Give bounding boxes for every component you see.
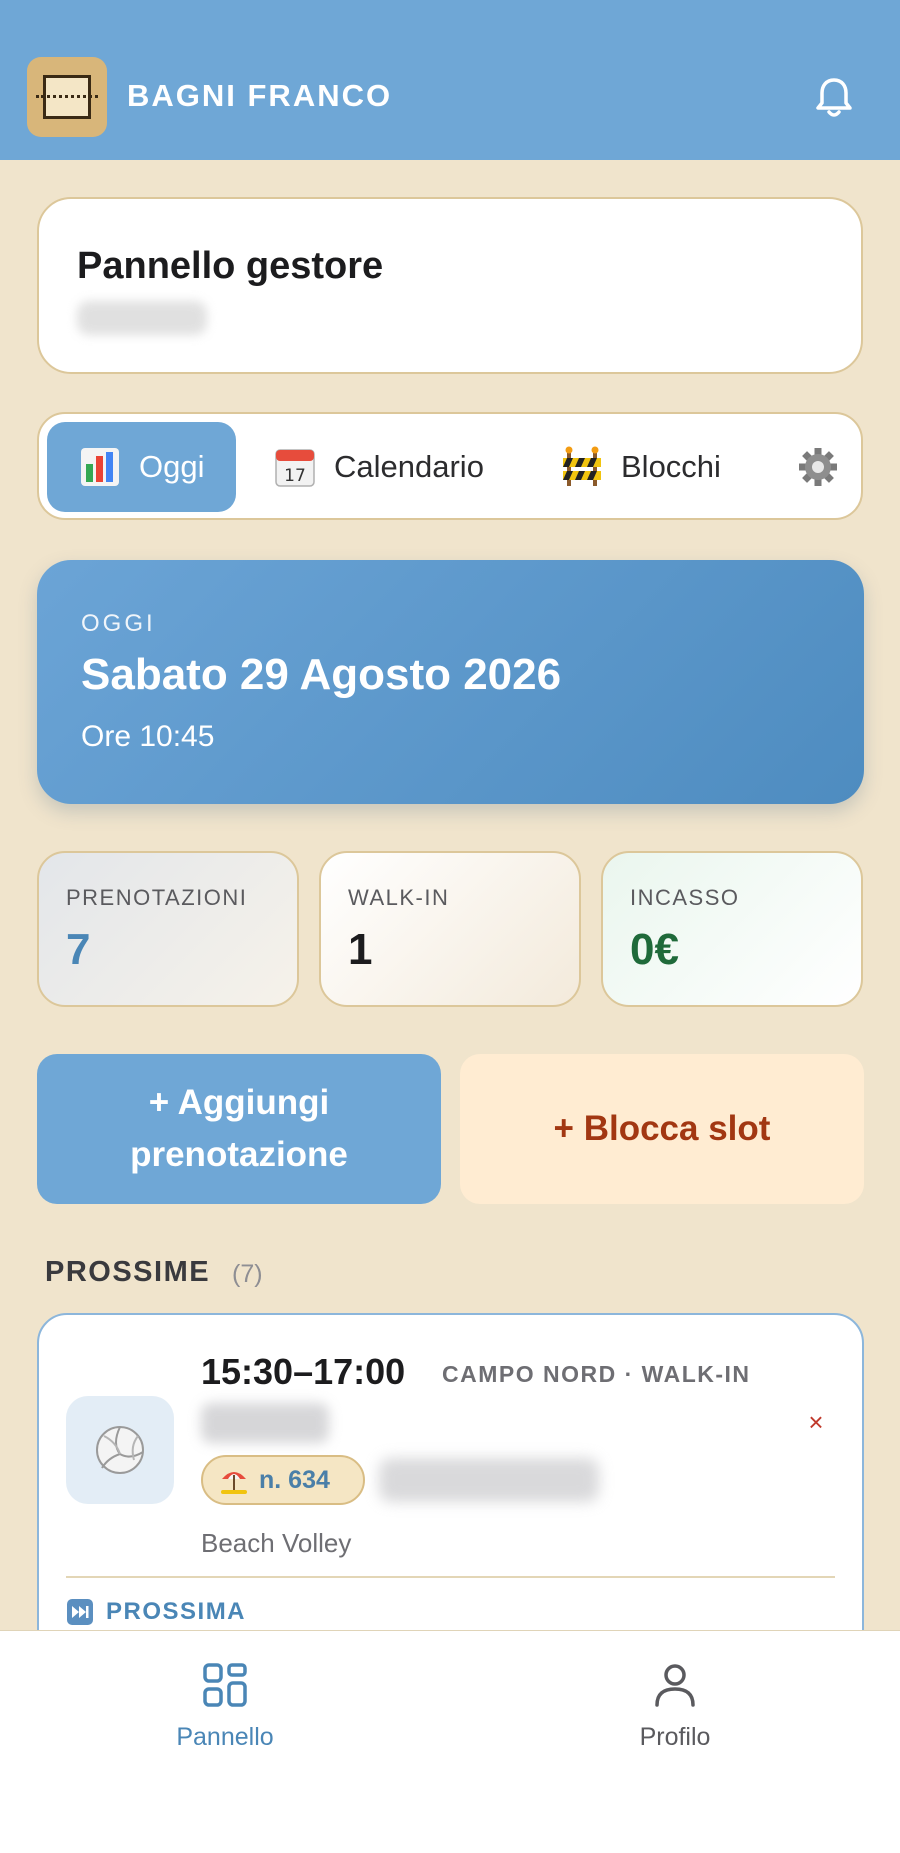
tab-blocchi[interactable]: Blocchi bbox=[561, 422, 721, 512]
add-booking-label: + Aggiungi prenotazione bbox=[130, 1083, 348, 1174]
customer-name-redacted bbox=[201, 1403, 329, 1443]
upcoming-count: (7) bbox=[232, 1260, 263, 1288]
manager-subtitle-redacted bbox=[77, 301, 207, 335]
stat-label: INCASSO bbox=[630, 885, 740, 910]
stat-label: PRENOTAZIONI bbox=[66, 885, 248, 910]
beach-umbrella-icon bbox=[221, 1472, 247, 1494]
nav-profilo[interactable]: Profilo bbox=[575, 1661, 775, 1752]
sport-tile bbox=[66, 1396, 174, 1504]
bell-icon[interactable] bbox=[810, 74, 858, 122]
today-time: Ore 10:45 bbox=[81, 720, 215, 753]
block-slot-button[interactable]: + Blocca slot bbox=[460, 1054, 864, 1204]
next-tag: PROSSIMA bbox=[66, 1598, 246, 1626]
roadblock-icon bbox=[563, 446, 601, 486]
block-slot-label: + Blocca slot bbox=[553, 1109, 771, 1148]
grid-icon bbox=[203, 1663, 247, 1707]
card-divider bbox=[66, 1576, 835, 1578]
user-icon bbox=[655, 1664, 695, 1707]
stat-prenotazioni: PRENOTAZIONI 7 bbox=[37, 851, 299, 1007]
calendar-icon: 17 bbox=[275, 449, 315, 487]
booking-time-range: 15:30–17:00 bbox=[201, 1351, 406, 1392]
remove-booking-button[interactable]: × bbox=[801, 1407, 831, 1437]
gear-icon bbox=[799, 448, 837, 486]
bar-chart-icon bbox=[81, 448, 119, 486]
stat-incasso: INCASSO 0€ bbox=[601, 851, 863, 1007]
tab-oggi[interactable]: Oggi bbox=[47, 422, 236, 512]
booking-sport: Beach Volley bbox=[201, 1528, 352, 1558]
stat-value: 0€ bbox=[630, 925, 679, 974]
beach-court-logo[interactable] bbox=[27, 57, 107, 137]
manager-title: Pannello gestore bbox=[77, 245, 384, 287]
brand-name: BAGNI FRANCO bbox=[127, 78, 393, 113]
bottom-nav: Pannello Profilo bbox=[0, 1630, 900, 1853]
tab-bar: Oggi 17 Calendario Blocchi bbox=[37, 412, 863, 520]
logo-mark bbox=[36, 75, 98, 119]
today-date: Sabato 29 Agosto 2026 bbox=[81, 650, 562, 699]
app-header: BAGNI FRANCO bbox=[0, 0, 900, 160]
stat-value: 7 bbox=[66, 925, 91, 974]
umbrella-number: n. 634 bbox=[259, 1465, 330, 1494]
nav-label: Profilo bbox=[639, 1723, 711, 1751]
nav-pannello[interactable]: Pannello bbox=[125, 1661, 325, 1752]
add-booking-button[interactable]: + Aggiungi prenotazione bbox=[37, 1054, 441, 1204]
next-track-icon bbox=[67, 1599, 93, 1625]
umbrella-badge: n. 634 bbox=[201, 1455, 365, 1505]
stat-walk-in: WALK-IN 1 bbox=[319, 851, 581, 1007]
volleyball-icon bbox=[96, 1426, 144, 1474]
tab-label: Calendario bbox=[334, 449, 484, 484]
tab-calendario[interactable]: 17 Calendario bbox=[274, 422, 484, 512]
stat-label: WALK-IN bbox=[348, 885, 450, 910]
today-label: OGGI bbox=[81, 610, 156, 637]
today-card: OGGI Sabato 29 Agosto 2026 Ore 10:45 bbox=[37, 560, 864, 804]
next-label: PROSSIMA bbox=[106, 1598, 247, 1625]
svg-text:17: 17 bbox=[284, 466, 306, 486]
nav-label: Pannello bbox=[176, 1723, 274, 1751]
booking-court-meta: CAMPO NORD · WALK-IN bbox=[442, 1361, 751, 1387]
stat-value: 1 bbox=[348, 925, 373, 974]
tab-settings[interactable] bbox=[797, 422, 857, 512]
upcoming-title: PROSSIME bbox=[45, 1256, 211, 1288]
manager-card: Pannello gestore bbox=[37, 197, 863, 374]
tab-label: Oggi bbox=[139, 449, 205, 484]
customer-phone-redacted bbox=[379, 1458, 599, 1502]
tab-label: Blocchi bbox=[621, 449, 721, 484]
